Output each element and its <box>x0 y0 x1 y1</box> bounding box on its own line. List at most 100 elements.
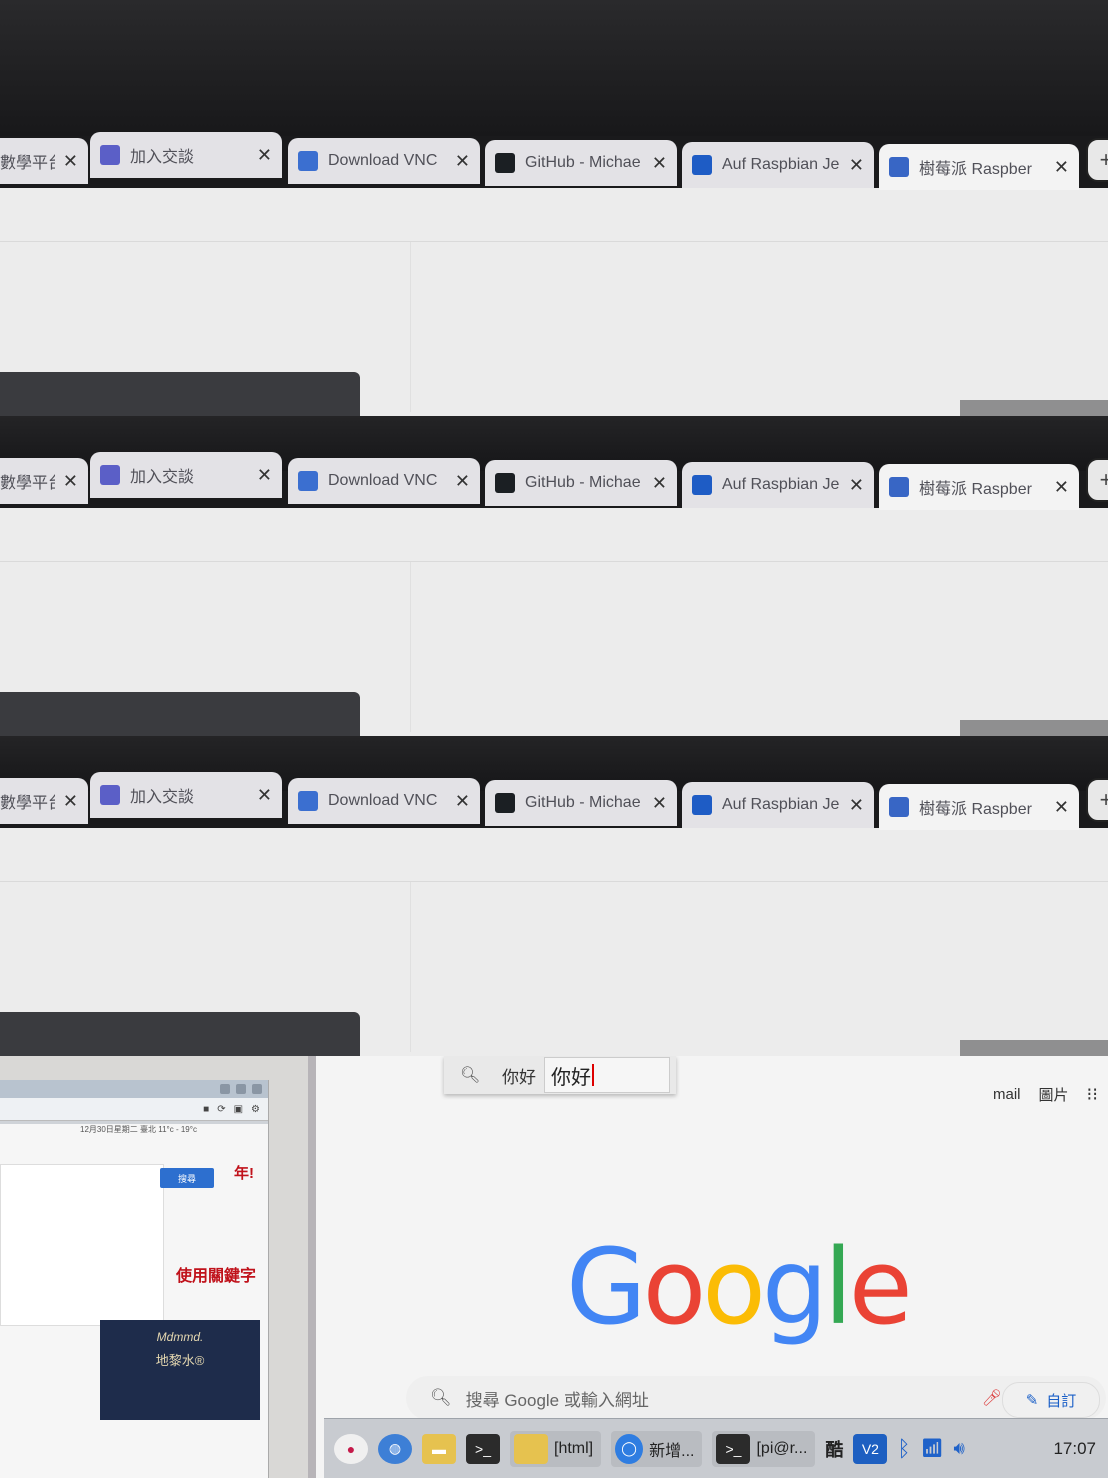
vnc-icon <box>298 151 318 171</box>
new-tab-button[interactable]: + <box>1086 458 1108 502</box>
tab-label: Auf Raspbian Je <box>722 796 840 813</box>
bookmark-icon[interactable]: ▣ <box>234 1104 243 1115</box>
microphone-icon[interactable]: 🎤︎ <box>982 1388 1002 1408</box>
tab-close-icon[interactable]: ✕ <box>849 795 864 816</box>
flag-icon <box>692 155 712 175</box>
search-icon: 🔍︎ <box>460 1067 481 1084</box>
g-icon <box>889 157 909 177</box>
tab-5[interactable]: 樹莓派 Raspber ✕ <box>879 464 1079 510</box>
divider <box>410 242 411 412</box>
tab-3[interactable]: GitHub - Michae ✕ <box>485 780 677 826</box>
taskbar-terminal-pi[interactable]: >_ [pi@r... <box>712 1430 816 1467</box>
github-icon <box>495 793 515 813</box>
terminal-icon[interactable]: >_ <box>466 1431 500 1467</box>
tab-2[interactable]: Download VNC ✕ <box>288 138 480 184</box>
tab-close-icon[interactable]: ✕ <box>1054 157 1069 178</box>
search-button[interactable]: 搜尋 <box>160 1168 214 1188</box>
lock-icon: ■ <box>203 1103 210 1115</box>
tab-close-icon[interactable]: ✕ <box>63 471 78 492</box>
tab-label: 數學平台 <box>0 155 55 172</box>
gmail-link[interactable]: mail <box>993 1086 1021 1103</box>
taskbar-folder-html[interactable]: [html] <box>510 1430 602 1467</box>
tab-3[interactable]: GitHub - Michae ✕ <box>485 460 677 506</box>
tab-1[interactable]: 加入交談 ✕ <box>90 132 282 178</box>
file-manager-icon[interactable]: ▬ <box>422 1431 456 1467</box>
new-tab-button[interactable]: + <box>1086 778 1108 822</box>
chromium-icon: ◯ <box>615 1433 644 1464</box>
tab-close-icon[interactable]: ✕ <box>1054 797 1069 818</box>
tab-close-icon[interactable]: ✕ <box>455 471 470 492</box>
close-icon[interactable] <box>252 1084 262 1094</box>
github-icon <box>495 153 515 173</box>
tab-5[interactable]: 樹莓派 Raspber ✕ <box>879 144 1079 190</box>
tab-close-icon[interactable]: ✕ <box>257 465 272 486</box>
ime-indicator[interactable]: 酷 <box>825 1431 843 1467</box>
tab-close-icon[interactable]: ✕ <box>257 145 272 166</box>
reload-icon[interactable]: ⟳ <box>217 1104 225 1115</box>
tab-close-icon[interactable]: ✕ <box>63 791 78 812</box>
tab-4[interactable]: Auf Raspbian Je ✕ <box>682 142 874 188</box>
tab-2[interactable]: Download VNC ✕ <box>288 458 480 504</box>
volume-icon[interactable]: 🔊︎ <box>953 1431 964 1467</box>
tab-close-icon[interactable]: ✕ <box>455 791 470 812</box>
images-link[interactable]: 圖片 <box>1039 1084 1069 1105</box>
plus-icon: + <box>1099 147 1108 172</box>
vnc-icon <box>298 471 318 491</box>
settings-icon[interactable]: ⚙ <box>251 1104 260 1115</box>
tab-label: Auf Raspbian Je <box>722 476 840 493</box>
divider <box>0 561 1108 562</box>
google-search-box[interactable]: 🔍︎ 搜尋 Google 或輸入網址 🎤︎ <box>406 1376 1106 1420</box>
ime-candidate-box[interactable]: 你好 <box>544 1057 670 1093</box>
tab-5[interactable]: 樹莓派 Raspber ✕ <box>879 784 1079 830</box>
logo-letter: e <box>848 1226 913 1348</box>
tab-close-icon[interactable]: ✕ <box>652 473 667 494</box>
terminal-icon: >_ <box>716 1433 751 1464</box>
promo-headline[interactable]: 使用關鍵字 <box>176 1262 256 1286</box>
ad-brand: Mdmmd. <box>156 1330 204 1344</box>
divider <box>0 241 1108 242</box>
ad-banner[interactable]: Mdmmd. 地黎水® <box>100 1320 260 1420</box>
wifi-icon[interactable]: 📶︎ <box>921 1431 944 1467</box>
new-tab-button[interactable]: + <box>1086 138 1108 182</box>
logo-letter: o <box>702 1226 766 1348</box>
tab-1[interactable]: 加入交談 ✕ <box>90 772 282 818</box>
tab-1[interactable]: 加入交談 ✕ <box>90 452 282 498</box>
maximize-icon[interactable] <box>236 1084 246 1094</box>
ime-indicator-text: 酷 <box>825 1439 844 1460</box>
tab-0[interactable]: 數學平台 ✕ <box>0 458 88 504</box>
tab-close-icon[interactable]: ✕ <box>257 785 272 806</box>
bluetooth-icon[interactable]: ᛒ <box>897 1431 910 1467</box>
taskbar-chromium[interactable]: ◯ 新增... <box>611 1430 703 1467</box>
tab-close-icon[interactable]: ✕ <box>849 475 864 496</box>
tab-4[interactable]: Auf Raspbian Je ✕ <box>682 462 874 508</box>
promo-text: 年! <box>234 1165 254 1182</box>
minimize-icon[interactable] <box>220 1084 230 1094</box>
tab-close-icon[interactable]: ✕ <box>652 153 667 174</box>
browser-globe-icon[interactable]: ◍ <box>378 1431 412 1467</box>
content-panel <box>0 1164 164 1326</box>
browser-band: 數學平台✕加入交談✕Download VNC✕GitHub - Michae✕A… <box>0 736 1108 1056</box>
tab-close-icon[interactable]: ✕ <box>455 151 470 172</box>
raspberry-menu-icon[interactable]: ● <box>334 1431 368 1467</box>
tab-4[interactable]: Auf Raspbian Je ✕ <box>682 782 874 828</box>
tab-close-icon[interactable]: ✕ <box>1054 477 1069 498</box>
left-browser-window: ■ ⟳ ▣ ⚙ 12月30日星期二 臺北 11°c - 19°c 搜尋 年! 使… <box>0 1080 269 1478</box>
left-window-titlebar <box>0 1080 268 1098</box>
tab-0[interactable]: 數學平台 ✕ <box>0 138 88 184</box>
tab-close-icon[interactable]: ✕ <box>63 151 78 172</box>
taskbar-label: [html] <box>554 1439 594 1457</box>
tab-label: 樹莓派 Raspber <box>919 801 1032 818</box>
customize-button[interactable]: ✎ 自訂 <box>1002 1382 1100 1418</box>
tab-label: Download VNC <box>328 792 438 809</box>
github-icon <box>495 473 515 493</box>
logo-letter: l <box>823 1226 853 1348</box>
tab-close-icon[interactable]: ✕ <box>652 793 667 814</box>
logo-letter: g <box>761 1226 828 1348</box>
tab-3[interactable]: GitHub - Michae ✕ <box>485 140 677 186</box>
tab-close-icon[interactable]: ✕ <box>849 155 864 176</box>
taskbar-label: 新增... <box>649 1442 695 1460</box>
tab-0[interactable]: 數學平台 ✕ <box>0 778 88 824</box>
vnc-tray-icon[interactable]: V2 <box>853 1431 888 1467</box>
apps-grid-icon[interactable]: ⁝⁝ <box>1087 1084 1098 1105</box>
tab-2[interactable]: Download VNC ✕ <box>288 778 480 824</box>
